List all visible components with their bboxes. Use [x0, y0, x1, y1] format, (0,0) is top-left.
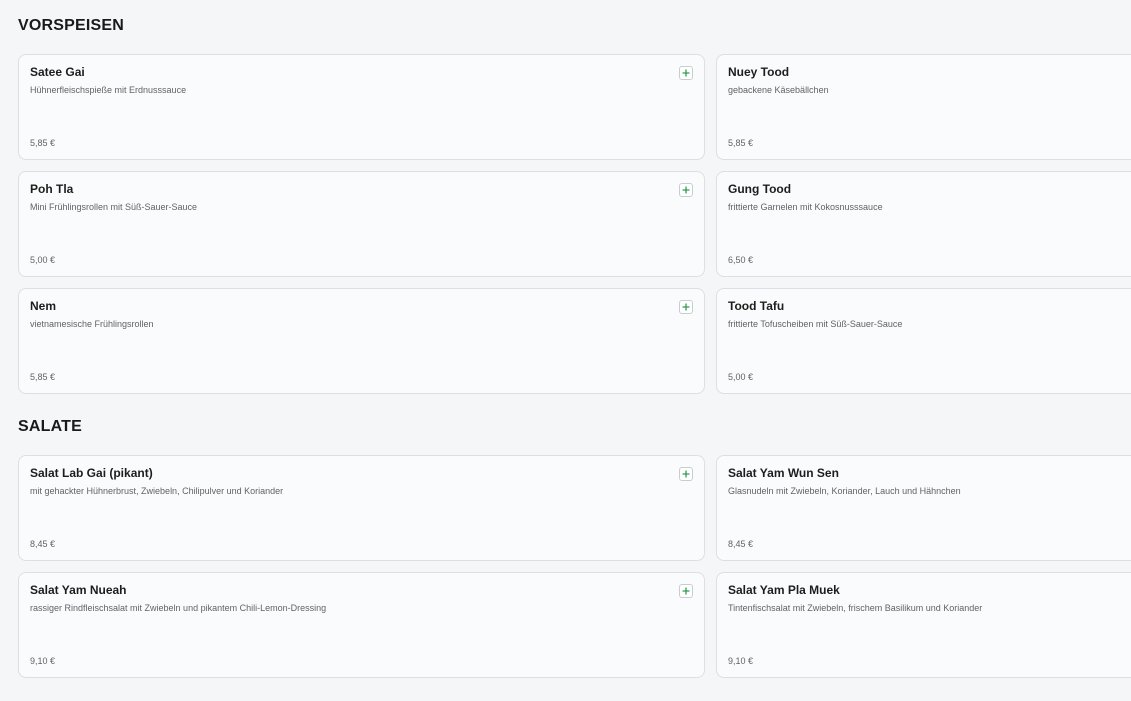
menu-item-card[interactable]: Salat Lab Gai (pikant) mit gehackter Hüh…: [18, 455, 705, 561]
item-price: 9,10 €: [728, 656, 754, 666]
plus-icon: [682, 69, 690, 77]
item-price: 5,85 €: [30, 138, 56, 148]
add-to-cart-button[interactable]: [679, 66, 693, 80]
item-name: Salat Yam Pla Muek: [728, 583, 840, 597]
item-price: 5,00 €: [728, 372, 754, 382]
item-description: Glasnudeln mit Zwiebeln, Koriander, Lauc…: [728, 486, 961, 496]
menu-item-card[interactable]: Poh Tla Mini Frühlingsrollen mit Süß-Sau…: [18, 171, 705, 277]
item-description: rassiger Rindfleischsalat mit Zwiebeln u…: [30, 603, 327, 613]
plus-icon: [682, 587, 690, 595]
item-name: Salat Yam Wun Sen: [728, 466, 839, 480]
item-price: 6,50 €: [728, 255, 754, 265]
menu-item-card[interactable]: Nuey Tood gebackene Käsebällchen 5,85 €: [716, 54, 1131, 160]
item-description: mit gehackter Hühnerbrust, Zwiebeln, Chi…: [30, 486, 284, 496]
item-description: frittierte Garnelen mit Kokosnusssauce: [728, 202, 883, 212]
section-title-salate: SALATE: [18, 418, 83, 435]
plus-icon: [682, 186, 690, 194]
menu-item-card[interactable]: Salat Yam Nueah rassiger Rindfleischsala…: [18, 572, 705, 678]
item-name: Salat Lab Gai (pikant): [30, 466, 153, 480]
item-name: Satee Gai: [30, 65, 85, 79]
item-name: Salat Yam Nueah: [30, 583, 127, 597]
item-price: 5,85 €: [728, 138, 754, 148]
item-name: Poh Tla: [30, 182, 74, 196]
plus-icon: [682, 470, 690, 478]
item-price: 9,10 €: [30, 656, 56, 666]
menu-item-card[interactable]: Satee Gai Hühnerfleischspieße mit Erdnus…: [18, 54, 705, 160]
plus-icon: [682, 303, 690, 311]
add-to-cart-button[interactable]: [679, 300, 693, 314]
item-description: vietnamesische Frühlingsrollen: [30, 319, 154, 329]
item-name: Nem: [30, 299, 57, 313]
menu-item-card[interactable]: Tood Tafu frittierte Tofuscheiben mit Sü…: [716, 288, 1131, 394]
item-description: frittierte Tofuscheiben mit Süß-Sauer-Sa…: [728, 319, 903, 329]
item-price: 8,45 €: [30, 539, 56, 549]
menu-page: VORSPEISEN Satee Gai Hühnerfleischspieße…: [0, 0, 1131, 701]
item-description: Hühnerfleischspieße mit Erdnusssauce: [30, 85, 187, 95]
menu-item-card[interactable]: Nem vietnamesische Frühlingsrollen 5,85 …: [18, 288, 705, 394]
item-description: Tintenfischsalat mit Zwiebeln, frischem …: [728, 603, 983, 613]
add-to-cart-button[interactable]: [679, 183, 693, 197]
item-description: Mini Frühlingsrollen mit Süß-Sauer-Sauce: [30, 202, 198, 212]
add-to-cart-button[interactable]: [679, 584, 693, 598]
menu-item-card[interactable]: Gung Tood frittierte Garnelen mit Kokosn…: [716, 171, 1131, 277]
item-price: 5,00 €: [30, 255, 56, 265]
add-to-cart-button[interactable]: [679, 467, 693, 481]
item-name: Nuey Tood: [728, 65, 790, 79]
menu-item-card[interactable]: Salat Yam Pla Muek Tintenfischsalat mit …: [716, 572, 1131, 678]
item-description: gebackene Käsebällchen: [728, 85, 829, 95]
item-price: 8,45 €: [728, 539, 754, 549]
item-name: Tood Tafu: [728, 299, 785, 313]
section-title-vorspeisen: VORSPEISEN: [18, 17, 125, 34]
item-name: Gung Tood: [728, 182, 792, 196]
menu-item-card[interactable]: Salat Yam Wun Sen Glasnudeln mit Zwiebel…: [716, 455, 1131, 561]
item-price: 5,85 €: [30, 372, 56, 382]
